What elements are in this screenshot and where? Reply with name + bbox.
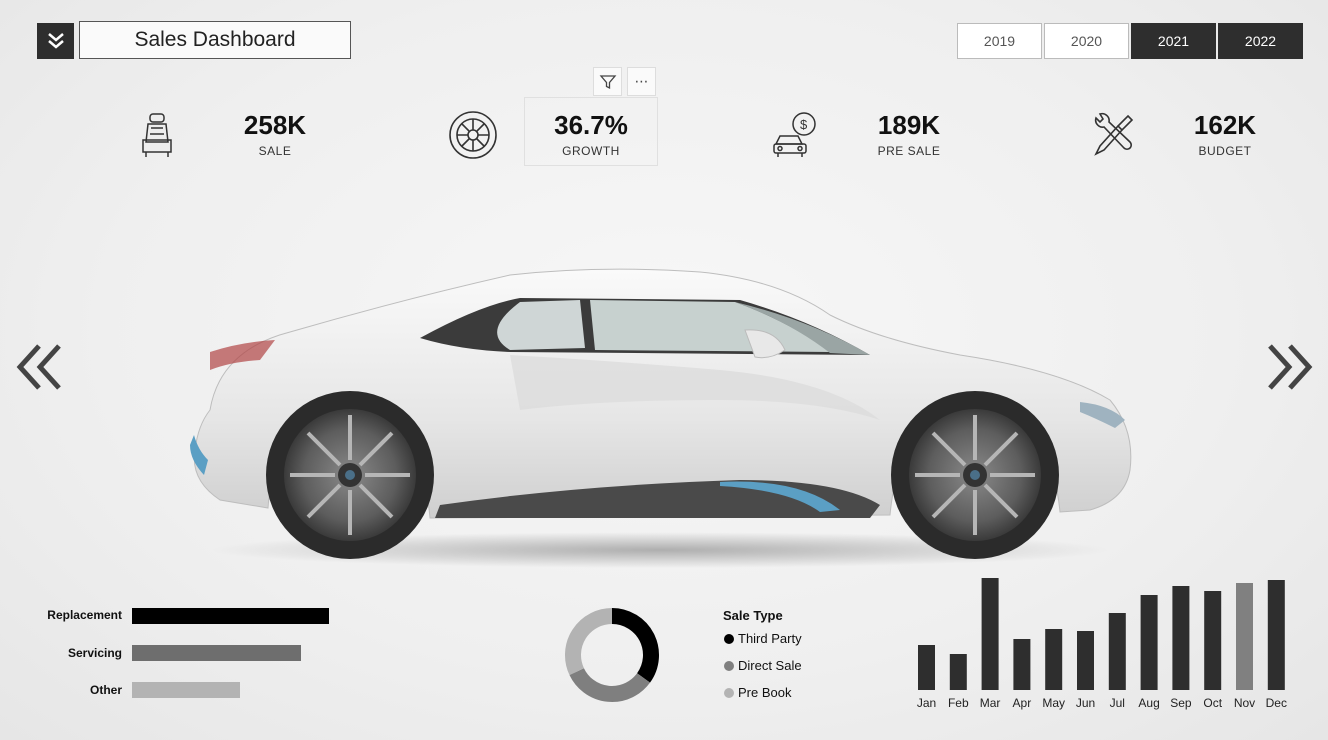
kpi-budget-value: 162K xyxy=(1193,110,1257,140)
x-tick-label: Sep xyxy=(1170,696,1192,710)
donut-slice-third-party[interactable] xyxy=(611,608,659,683)
column-feb[interactable] xyxy=(949,654,967,690)
column-may[interactable] xyxy=(1045,629,1063,690)
legend-item-direct-sale[interactable]: Direct Sale xyxy=(724,658,802,673)
car-image xyxy=(190,268,1132,568)
front-wheel xyxy=(891,391,1059,559)
kpi-growth-value: 36.7% xyxy=(554,110,628,140)
legend-label: Third Party xyxy=(738,631,802,646)
x-tick-label: Jan xyxy=(917,696,936,710)
rear-wheel xyxy=(266,391,434,559)
service-type-bar-chart[interactable]: Replacement Servicing Other xyxy=(32,605,342,705)
column-mar[interactable] xyxy=(981,578,999,690)
bar-replacement[interactable] xyxy=(132,608,329,624)
year-button-2020[interactable]: 2020 xyxy=(1044,23,1129,59)
kpi-sale-label: SALE xyxy=(258,144,292,158)
kpi-pre-sale: 189K PRE SALE xyxy=(834,110,984,158)
x-tick-label: Jul xyxy=(1110,696,1125,710)
menu-button[interactable] xyxy=(37,23,74,59)
kpi-pre-sale-value: 189K xyxy=(877,110,941,140)
sale-type-donut-chart[interactable] xyxy=(560,603,664,707)
kpi-growth[interactable]: 36.7% GROWTH xyxy=(516,110,666,158)
donut-slice-pre-book[interactable] xyxy=(565,608,613,676)
car-seat-icon xyxy=(142,113,172,157)
year-button-2019[interactable]: 2019 xyxy=(957,23,1042,59)
column-aug[interactable] xyxy=(1140,595,1158,690)
kpi-sale: 258K SALE xyxy=(200,110,350,158)
legend-dot xyxy=(724,660,734,671)
x-tick-label: Apr xyxy=(1013,696,1032,710)
x-tick-label: Dec xyxy=(1266,696,1287,710)
filter-icon xyxy=(599,74,616,89)
year-button-2022[interactable]: 2022 xyxy=(1218,23,1303,59)
x-tick-label: May xyxy=(1042,696,1065,710)
x-tick-label: Jun xyxy=(1076,696,1095,710)
x-tick-label: Oct xyxy=(1203,696,1222,710)
page-title: Sales Dashboard xyxy=(79,21,351,59)
column-jun[interactable] xyxy=(1077,631,1094,690)
donut-slice-direct-sale[interactable] xyxy=(569,667,651,702)
kpi-budget: 162K BUDGET xyxy=(1150,110,1300,158)
tools-icon xyxy=(1094,112,1134,156)
legend-dot xyxy=(724,687,734,698)
double-chevron-down-icon xyxy=(47,33,64,49)
x-tick-label: Feb xyxy=(948,696,969,710)
year-slicer: 2019 2020 2021 2022 xyxy=(957,23,1305,59)
car-dollar-icon: $ xyxy=(773,112,816,157)
column-jan[interactable] xyxy=(918,645,935,690)
column-jul[interactable] xyxy=(1108,613,1126,690)
double-chevron-right-icon[interactable] xyxy=(1262,343,1314,391)
legend-dot xyxy=(724,633,734,644)
kpi-sale-value: 258K xyxy=(243,110,307,140)
year-button-2021[interactable]: 2021 xyxy=(1131,23,1216,59)
column-sep[interactable] xyxy=(1172,586,1190,690)
filter-button[interactable] xyxy=(593,67,622,96)
kpi-budget-label: BUDGET xyxy=(1198,144,1252,158)
legend-label: Pre Book xyxy=(738,685,792,700)
monthly-sales-column-chart[interactable]: Jan Feb Mar Apr May Jun Jul Aug Sep Oct Nov Dec xyxy=(910,570,1300,715)
x-tick-label: Aug xyxy=(1138,696,1159,710)
more-options-icon: ⋯ xyxy=(634,73,649,89)
tire-icon xyxy=(449,111,497,159)
kpi-growth-label: GROWTH xyxy=(562,144,620,158)
legend-item-third-party[interactable]: Third Party xyxy=(724,631,802,646)
legend-item-pre-book[interactable]: Pre Book xyxy=(724,685,791,700)
visual-toolbar: ⋯ xyxy=(593,67,656,96)
x-tick-label: Mar xyxy=(980,696,1001,710)
x-tick-label: Nov xyxy=(1234,696,1255,710)
column-oct[interactable] xyxy=(1204,591,1222,690)
bar-servicing[interactable] xyxy=(132,645,302,661)
legend-title: Sale Type xyxy=(723,608,783,623)
column-nov[interactable] xyxy=(1236,583,1253,690)
column-dec[interactable] xyxy=(1267,580,1285,690)
bar-label-replacement: Replacement xyxy=(47,608,122,622)
column-apr[interactable] xyxy=(1013,639,1031,690)
legend-label: Direct Sale xyxy=(738,658,802,673)
svg-text:$: $ xyxy=(800,117,808,132)
double-chevron-left-icon[interactable] xyxy=(15,343,67,391)
more-options-button[interactable]: ⋯ xyxy=(627,67,656,96)
bar-other[interactable] xyxy=(132,682,241,698)
kpi-pre-sale-label: PRE SALE xyxy=(877,144,941,158)
bar-label-other: Other xyxy=(89,683,122,697)
bar-label-servicing: Servicing xyxy=(67,646,122,660)
